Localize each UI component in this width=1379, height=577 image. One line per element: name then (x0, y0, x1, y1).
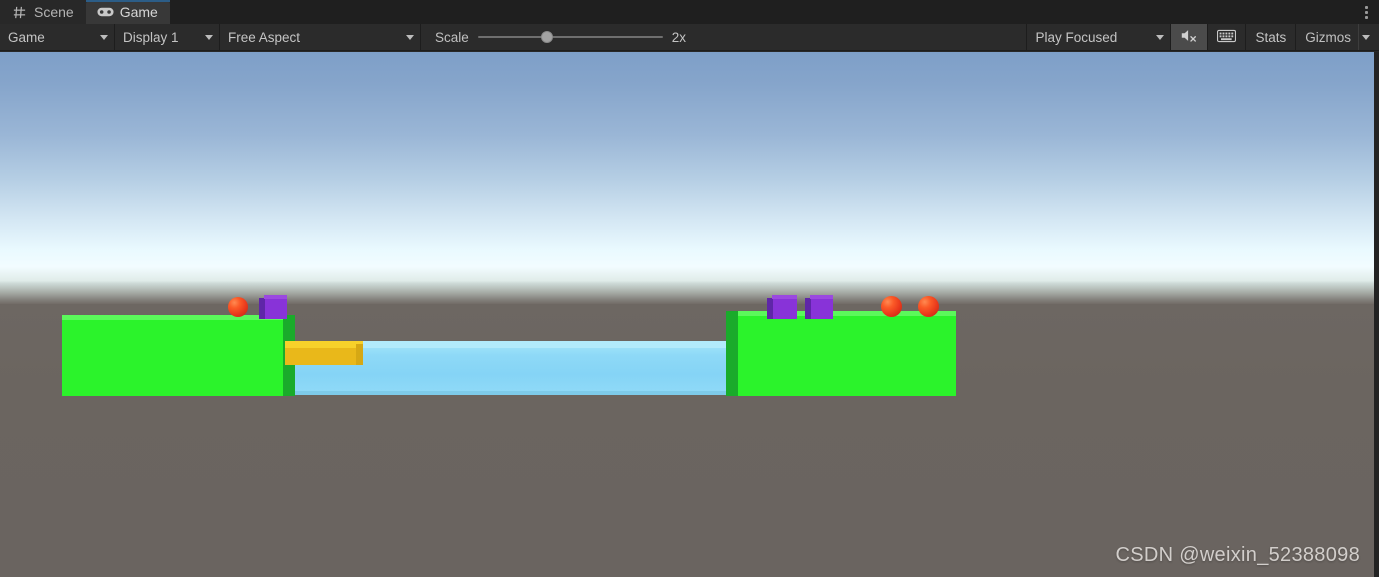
cube-right-2 (805, 295, 833, 319)
platform-front-face (726, 311, 956, 396)
cube-top-face (264, 295, 287, 299)
plank-front-face (285, 348, 363, 365)
scale-control: Scale 2x (421, 24, 700, 50)
stats-grid-icon (1217, 29, 1237, 46)
scale-value: 2x (671, 29, 687, 45)
unity-game-window: Scene Game Game Display 1 Free Aspect Sc… (0, 0, 1379, 577)
scale-slider[interactable] (477, 30, 663, 44)
tab-bar-filler (169, 0, 1353, 24)
viewport-right-gutter (1374, 52, 1379, 577)
tab-scene[interactable]: Scene (0, 0, 86, 24)
sky-gradient (0, 52, 1374, 283)
plank-end-face (356, 344, 363, 365)
chevron-down-icon (1156, 34, 1165, 40)
chevron-down-icon (1362, 34, 1370, 40)
chevron-down-icon (406, 34, 414, 40)
tab-scene-label: Scene (34, 4, 74, 20)
cube-top-face (772, 295, 797, 299)
cube-left-1 (259, 295, 287, 319)
mute-audio-button[interactable] (1171, 24, 1208, 50)
play-mode-dropdown[interactable]: Play Focused (1027, 24, 1170, 50)
scale-label: Scale (435, 29, 469, 45)
chevron-down-icon (100, 34, 108, 40)
left-platform (62, 315, 295, 396)
cube-top-face (810, 295, 833, 299)
water-shadow (285, 391, 738, 395)
watermark: CSDN @weixin_52388098 (1115, 544, 1360, 566)
sphere-right-2 (918, 296, 939, 317)
aspect-ratio-dropdown[interactable]: Free Aspect (220, 24, 420, 50)
stats-grid-button[interactable] (1208, 24, 1245, 50)
sphere-right-1 (881, 296, 902, 317)
scale-slider-track (477, 36, 663, 38)
window-tab-bar: Scene Game (0, 0, 1379, 24)
chevron-down-icon (205, 34, 213, 40)
gizmos-control: Gizmos (1296, 24, 1379, 50)
tab-game-label: Game (119, 4, 158, 20)
game-view-viewport[interactable]: CSDN @weixin_52388098 (0, 52, 1374, 577)
stats-label: Stats (1255, 29, 1287, 45)
gold-plank (285, 341, 363, 365)
grid-icon (11, 4, 28, 21)
display-dropdown[interactable]: Display 1 (115, 24, 219, 50)
sphere-left-1 (228, 297, 248, 317)
tab-game[interactable]: Game (85, 0, 170, 24)
platform-front-face (62, 315, 295, 396)
scale-slider-knob[interactable] (540, 31, 553, 43)
stats-button[interactable]: Stats (1246, 24, 1295, 50)
kebab-menu-icon[interactable] (1353, 0, 1379, 24)
platform-side-face (726, 311, 738, 396)
gizmos-dropdown-button[interactable] (1358, 24, 1379, 50)
gizmos-label[interactable]: Gizmos (1296, 30, 1358, 45)
horizon-band (0, 283, 1374, 304)
right-platform (726, 311, 956, 396)
target-display-mode-dropdown[interactable]: Game (0, 24, 114, 50)
mute-audio-icon (1180, 28, 1198, 46)
game-view-toolbar: Game Display 1 Free Aspect Scale 2x Play… (0, 24, 1379, 51)
cube-right-1 (767, 295, 797, 319)
gamepad-icon (97, 4, 114, 21)
